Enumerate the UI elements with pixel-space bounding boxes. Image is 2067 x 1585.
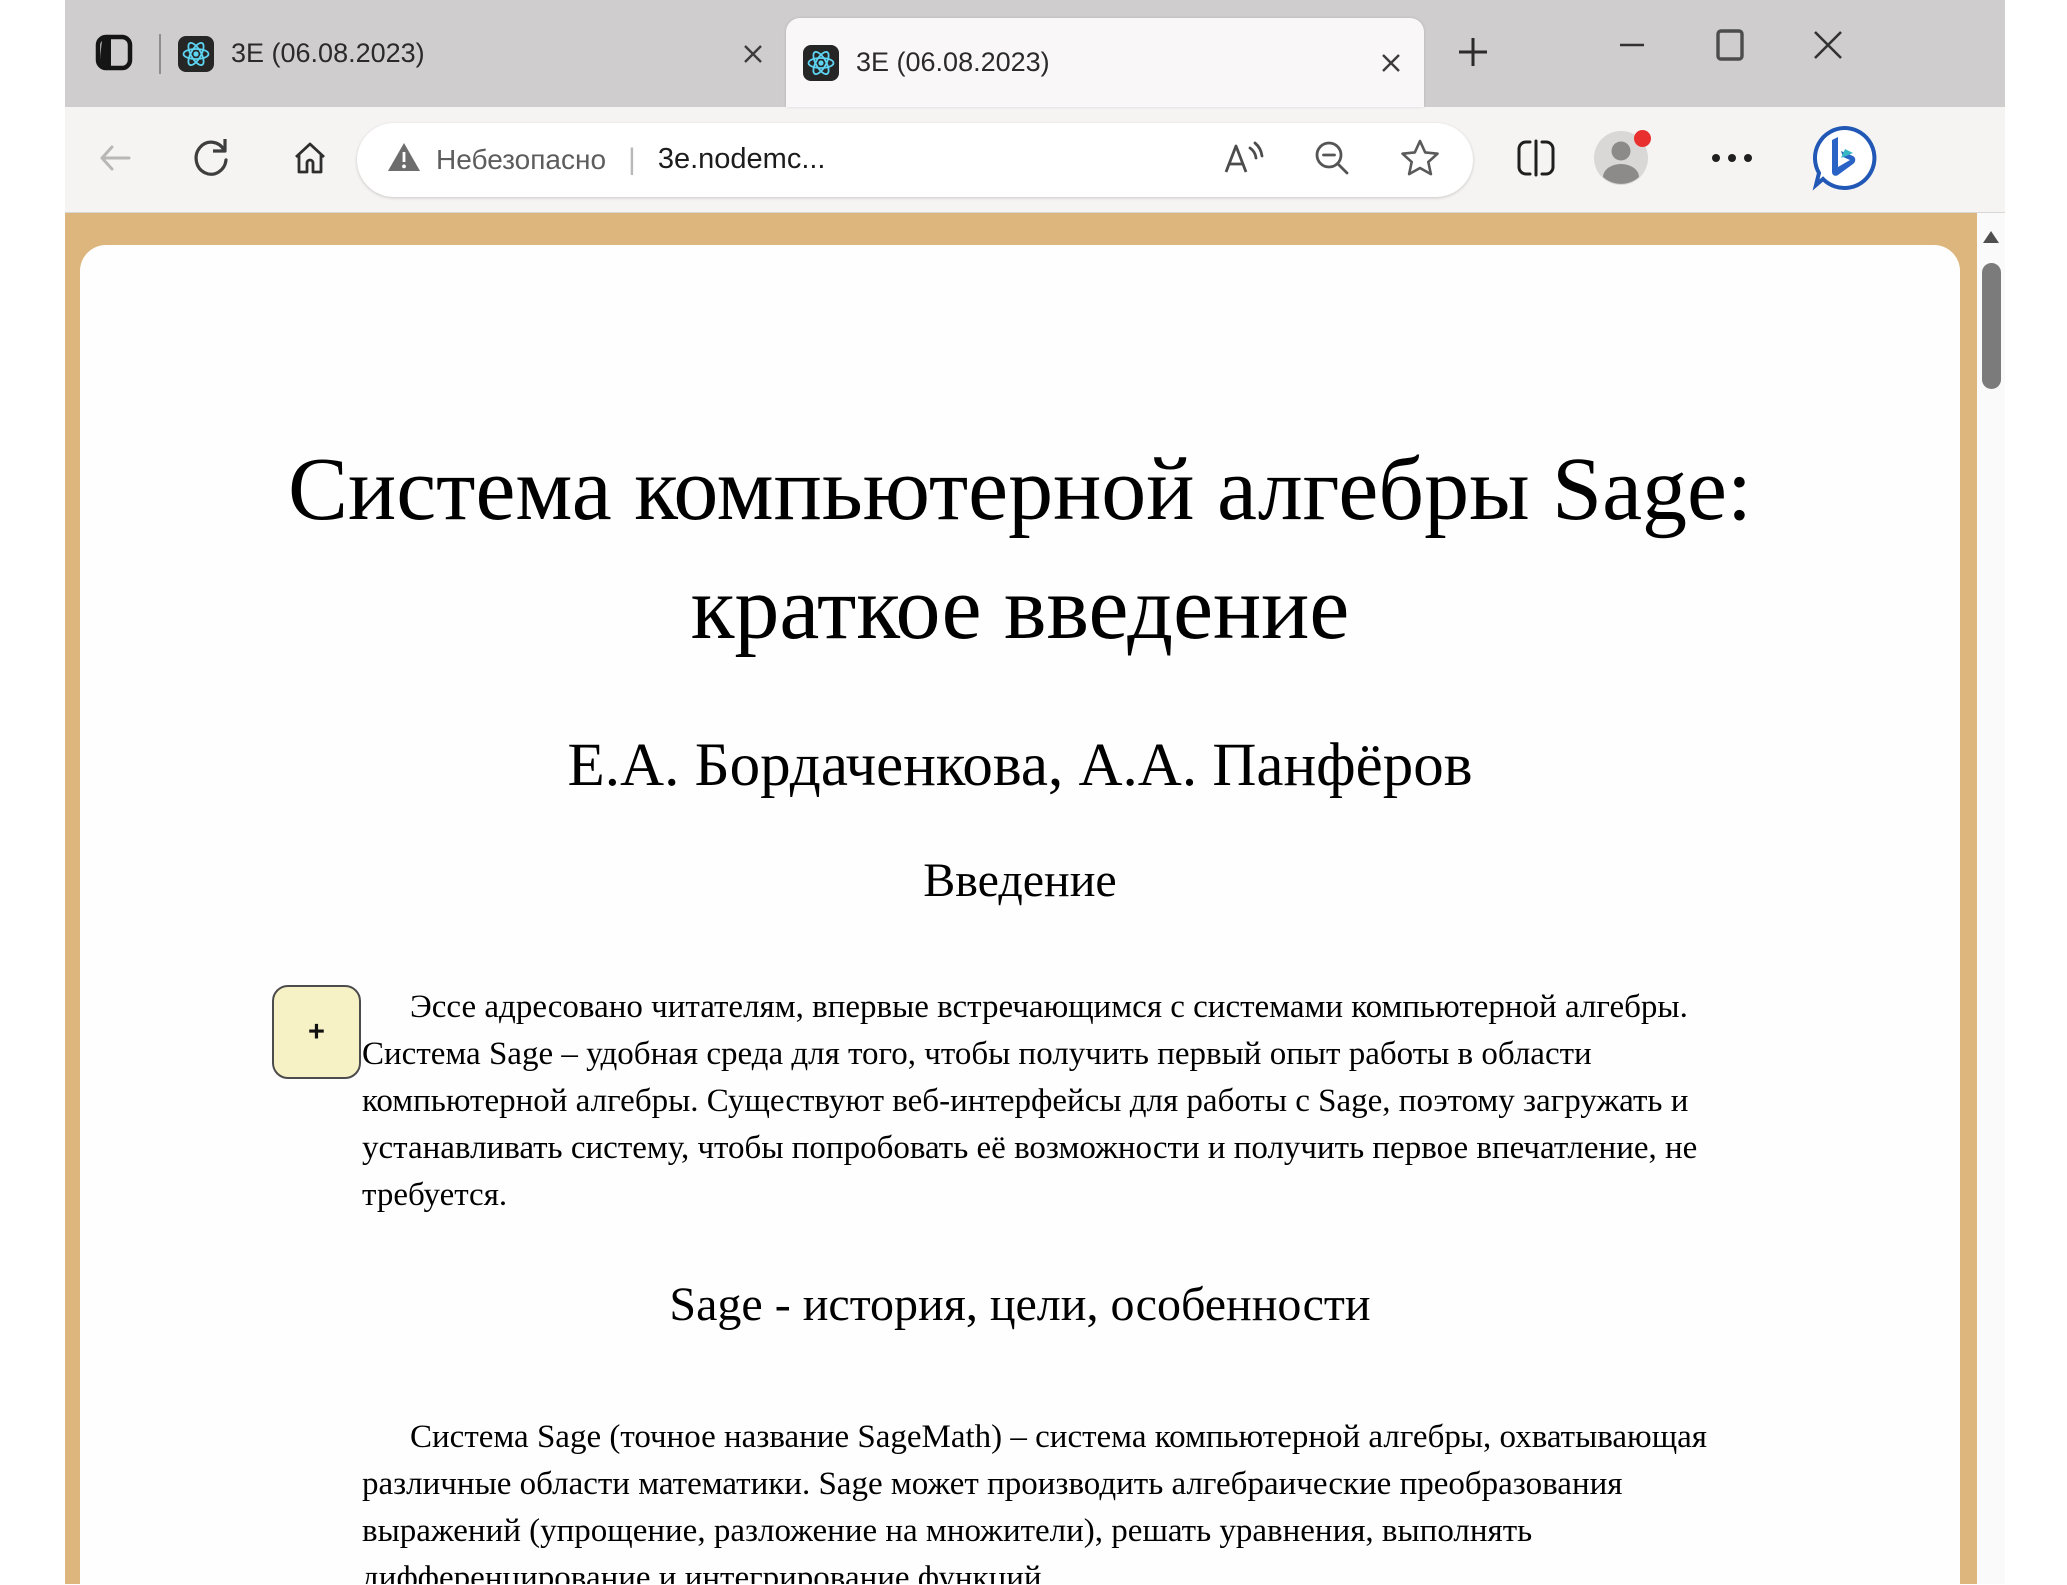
tab-close-icon[interactable]: [1372, 44, 1410, 82]
tab-1[interactable]: 3Е (06.08.2023): [161, 0, 786, 107]
paragraph-line: выражений (упрощение, разложение на множ…: [362, 1508, 1860, 1555]
page-viewport: Система компьютерной алгебры Sage: кратк…: [65, 213, 2005, 1584]
browser-toolbar: Небезопасно | 3e.nodemc...: [65, 107, 2005, 213]
home-icon: [290, 138, 330, 181]
tab-actions-icon: [94, 32, 134, 75]
tab-actions-button[interactable]: [91, 31, 137, 77]
profile-button[interactable]: [1593, 132, 1649, 188]
maximize-button[interactable]: [1701, 14, 1759, 78]
warning-icon: [387, 141, 421, 178]
close-icon: [1810, 27, 1846, 66]
close-window-button[interactable]: [1799, 14, 1857, 78]
paragraph-line: требуется.: [362, 1172, 1860, 1219]
scroll-up-arrow[interactable]: [1981, 225, 2001, 249]
document-page: Система компьютерной алгебры Sage: кратк…: [80, 245, 1960, 1584]
home-button[interactable]: [288, 138, 332, 182]
paragraph-line: Эссе адресовано читателям, впервые встре…: [362, 984, 1860, 1031]
more-menu-button[interactable]: [1709, 137, 1755, 183]
refresh-icon: [190, 136, 232, 183]
paragraph-1: Эссе адресовано читателям, впервые встре…: [362, 984, 1860, 1219]
address-divider: |: [628, 143, 636, 177]
paragraph-line: Система Sage – удобная среда для того, ч…: [362, 1031, 1860, 1078]
favorite-star-button[interactable]: [1397, 137, 1443, 183]
read-aloud-button[interactable]: [1221, 137, 1267, 183]
tab-2[interactable]: 3Е (06.08.2023): [786, 18, 1424, 107]
section-heading-introduction: Введение: [80, 853, 1960, 908]
split-screen-button[interactable]: [1513, 137, 1559, 183]
document-title: Система компьютерной алгебры Sage: кратк…: [100, 431, 1940, 669]
address-bar[interactable]: Небезопасно | 3e.nodemc...: [357, 123, 1473, 197]
maximize-icon: [1714, 28, 1746, 65]
section-heading-sage: Sage - история, цели, особенности: [80, 1277, 1960, 1332]
paragraph-line: компьютерной алгебры. Существуют веб-инт…: [362, 1078, 1860, 1125]
read-aloud-icon: [1222, 138, 1266, 181]
tab-bar: 3Е (06.08.2023) 3Е (06.08.2023): [65, 0, 2005, 107]
window-controls: [1603, 14, 1857, 78]
bing-icon: [1811, 125, 1877, 194]
tab-title: 3Е (06.08.2023): [856, 47, 1360, 78]
security-label: Небезопасно: [436, 144, 606, 176]
react-favicon-icon: [178, 36, 214, 72]
new-tab-button[interactable]: [1450, 31, 1496, 77]
zoom-out-icon: [1311, 137, 1353, 182]
document-authors: Е.А. Бордаченкова, А.А. Панфёров: [80, 731, 1960, 801]
paragraph-line: дифференцирование и интегрирование функц…: [362, 1555, 1860, 1584]
back-icon: [95, 138, 135, 181]
tab-close-icon[interactable]: [734, 35, 772, 73]
bing-chat-button[interactable]: [1811, 127, 1877, 193]
paragraph-line: различные области математики. Sage может…: [362, 1461, 1860, 1508]
notification-dot: [1634, 130, 1651, 147]
new-tab-icon: [1454, 33, 1492, 74]
minimize-button[interactable]: [1603, 14, 1661, 78]
scrollbar-thumb[interactable]: [1982, 263, 2001, 389]
back-button[interactable]: [93, 138, 137, 182]
zoom-out-button[interactable]: [1309, 137, 1355, 183]
url-text: 3e.nodemc...: [658, 143, 826, 176]
react-favicon-icon: [803, 45, 839, 81]
star-icon: [1399, 137, 1441, 182]
browser-window: 3Е (06.08.2023) 3Е (06.08.2023): [65, 0, 2005, 1585]
document-title-line2: краткое введение: [100, 550, 1940, 669]
scrollbar[interactable]: [1977, 213, 2005, 1584]
more-icon: [1710, 152, 1754, 167]
document-title-line1: Система компьютерной алгебры Sage:: [100, 431, 1940, 550]
split-screen-icon: [1514, 137, 1558, 182]
tab-title: 3Е (06.08.2023): [231, 38, 722, 69]
paragraph-line: устанавливать систему, чтобы попробовать…: [362, 1125, 1860, 1172]
refresh-button[interactable]: [189, 138, 233, 182]
paragraph-line: Система Sage (точное название SageMath) …: [362, 1414, 1860, 1461]
minimize-icon: [1617, 30, 1647, 63]
paragraph-2: Система Sage (точное название SageMath) …: [362, 1414, 1860, 1584]
expand-button[interactable]: +: [272, 985, 361, 1079]
